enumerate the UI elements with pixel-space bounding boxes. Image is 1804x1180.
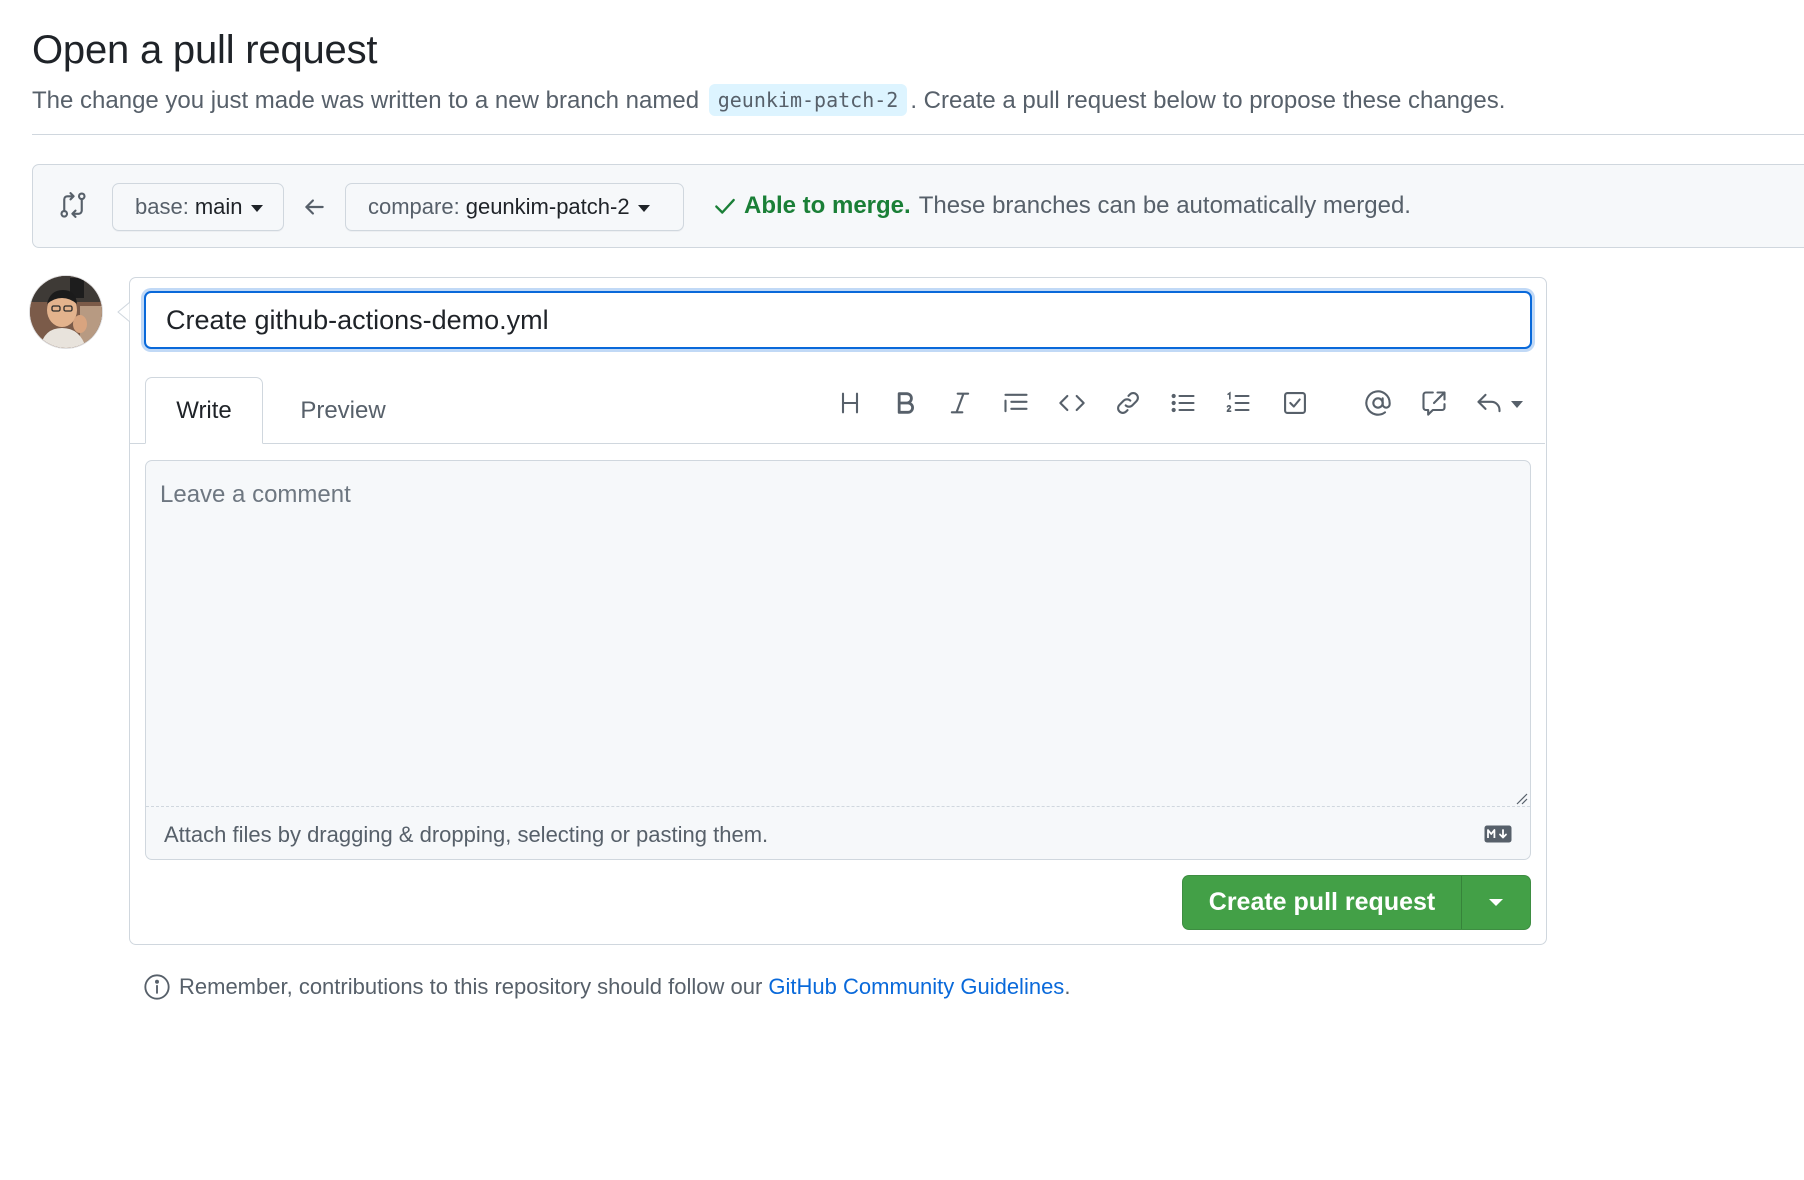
cross-reference-button[interactable]	[1417, 386, 1451, 420]
chevron-down-icon	[637, 204, 650, 212]
code-icon	[1059, 394, 1085, 412]
ordered-list-icon	[1226, 391, 1250, 412]
tab-preview[interactable]: Preview	[278, 377, 408, 444]
tab-write[interactable]: Write	[145, 377, 263, 444]
create-pull-request-button-group: Create pull request	[1182, 875, 1531, 930]
arrow-left-icon	[305, 199, 324, 215]
chevron-down-icon	[250, 204, 263, 212]
mention-icon	[1365, 390, 1391, 416]
attach-divider	[146, 806, 1530, 807]
quote-icon	[1004, 393, 1028, 413]
comment-editor: Attach files by dragging & dropping, sel…	[145, 460, 1531, 860]
link-icon	[1117, 392, 1139, 414]
resize-handle-icon[interactable]	[1514, 791, 1528, 805]
bold-icon	[897, 392, 914, 414]
unordered-list-button[interactable]	[1166, 386, 1200, 420]
cross-reference-icon	[1422, 391, 1446, 416]
markdown-icon[interactable]	[1484, 825, 1512, 843]
subtitle-text: The change you just made was written to …	[32, 87, 700, 114]
base-branch-select[interactable]: base: main	[112, 183, 284, 231]
check-icon	[715, 198, 735, 214]
new-branch-name: geunkim-patch-2	[708, 84, 908, 116]
link-button[interactable]	[1111, 386, 1145, 420]
user-photo-icon	[30, 276, 102, 348]
chevron-down-icon[interactable]	[1511, 401, 1523, 408]
page-subtitle: The change you just made was written to …	[32, 84, 1506, 116]
unordered-list-icon	[1171, 393, 1195, 413]
task-list-icon	[1284, 392, 1306, 414]
pull-request-title-input[interactable]	[144, 291, 1532, 349]
create-pull-request-button[interactable]: Create pull request	[1183, 876, 1462, 929]
header-divider	[32, 134, 1804, 135]
task-list-button[interactable]	[1278, 386, 1312, 420]
code-button[interactable]	[1055, 386, 1089, 420]
subtitle-tail: . Create a pull request below to propose…	[910, 87, 1506, 114]
info-icon	[144, 974, 170, 1000]
reply-icon	[1477, 393, 1501, 413]
contribution-note-text: Remember, contributions to this reposito…	[179, 974, 763, 999]
merge-ok-text: Able to merge.	[744, 192, 911, 219]
compare-branch-value: geunkim-patch-2	[465, 194, 630, 219]
mention-button[interactable]	[1361, 386, 1395, 420]
page-title: Open a pull request	[32, 28, 378, 72]
saved-replies-button[interactable]	[1472, 386, 1506, 420]
heading-button[interactable]	[833, 386, 867, 420]
compare-branches-icon	[60, 192, 86, 218]
italic-button[interactable]	[943, 386, 977, 420]
speech-pointer	[117, 302, 133, 322]
heading-icon	[841, 392, 859, 414]
compare-branch-label: compare:	[368, 194, 460, 219]
base-branch-value: main	[194, 194, 243, 219]
italic-icon	[950, 392, 970, 414]
avatar[interactable]	[30, 276, 102, 348]
community-guidelines-link[interactable]: GitHub Community Guidelines	[768, 974, 1064, 1000]
quote-button[interactable]	[999, 386, 1033, 420]
page: Open a pull request The change you just …	[0, 0, 1804, 1180]
compare-branch-select[interactable]: compare: geunkim-patch-2	[345, 183, 684, 231]
chevron-down-icon	[1489, 899, 1503, 906]
bold-button[interactable]	[888, 386, 922, 420]
comment-textarea[interactable]	[146, 461, 1530, 806]
base-branch-label: base:	[135, 194, 189, 219]
attach-files-hint[interactable]: Attach files by dragging & dropping, sel…	[164, 822, 768, 848]
contribution-note: Remember, contributions to this reposito…	[143, 973, 1070, 1001]
ordered-list-button[interactable]	[1221, 386, 1255, 420]
contribution-note-end: .	[1064, 974, 1071, 999]
create-options-dropdown[interactable]	[1462, 876, 1530, 929]
merge-detail-text: These branches can be automatically merg…	[918, 192, 1411, 219]
merge-status: Able to merge. These branches can be aut…	[712, 192, 1411, 220]
